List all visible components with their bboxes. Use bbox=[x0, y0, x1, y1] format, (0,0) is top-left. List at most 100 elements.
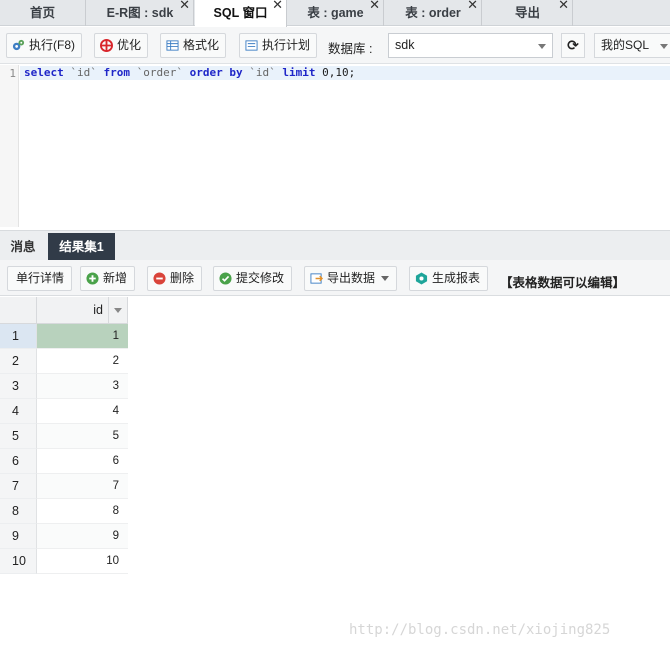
explain-plan-button[interactable]: 执行计划 bbox=[239, 33, 318, 58]
tab-home[interactable]: 首页 bbox=[0, 0, 86, 26]
row-number[interactable]: 6 bbox=[0, 449, 37, 474]
table-row[interactable]: 33 bbox=[0, 374, 128, 399]
database-select[interactable]: sdk bbox=[388, 33, 553, 58]
database-label: 数据库 : bbox=[328, 42, 373, 56]
sql-code-line[interactable]: select `id` from `order` order by `id` l… bbox=[24, 66, 355, 80]
table-row[interactable]: 66 bbox=[0, 449, 128, 474]
sql-toolbar: 执行(F8) 优化 格式化 执行计划 数据库 : sdk ⟳ 我的SQL bbox=[0, 27, 670, 64]
row-number[interactable]: 10 bbox=[0, 549, 37, 574]
row-number[interactable]: 4 bbox=[0, 399, 37, 424]
run-button-label: 执行(F8) bbox=[29, 38, 75, 52]
commit-changes-label: 提交修改 bbox=[236, 271, 285, 285]
column-header-label: id bbox=[93, 303, 103, 317]
row-number[interactable]: 3 bbox=[0, 374, 37, 399]
commit-changes-button[interactable]: 提交修改 bbox=[213, 266, 293, 291]
row-number[interactable]: 8 bbox=[0, 499, 37, 524]
cell-id[interactable]: 10 bbox=[37, 549, 128, 574]
add-row-button[interactable]: 新增 bbox=[80, 266, 136, 291]
generate-report-button[interactable]: 生成报表 bbox=[409, 266, 489, 291]
add-icon bbox=[86, 272, 99, 285]
close-icon[interactable]: ✕ bbox=[467, 0, 478, 15]
tab-export[interactable]: 导出 ✕ bbox=[483, 0, 573, 26]
cell-id[interactable]: 6 bbox=[37, 449, 128, 474]
row-number[interactable]: 2 bbox=[0, 349, 37, 374]
cell-id[interactable]: 9 bbox=[37, 524, 128, 549]
delete-row-button[interactable]: 删除 bbox=[147, 266, 203, 291]
table-row[interactable]: 11 bbox=[0, 324, 128, 349]
format-button[interactable]: 格式化 bbox=[160, 33, 227, 58]
cell-id[interactable]: 5 bbox=[37, 424, 128, 449]
cell-id[interactable]: 1 bbox=[37, 324, 128, 349]
tab-label: SQL 窗口 bbox=[213, 6, 268, 20]
cell-id[interactable]: 4 bbox=[37, 399, 128, 424]
delete-row-label: 删除 bbox=[170, 271, 195, 285]
table-row[interactable]: 22 bbox=[0, 349, 128, 374]
sql-literal: 0,10; bbox=[322, 66, 356, 79]
tab-label: 表 : order bbox=[405, 6, 461, 20]
table-row[interactable]: 77 bbox=[0, 474, 128, 499]
chevron-down-icon bbox=[660, 44, 668, 49]
tab-er-diagram[interactable]: E-R图 : sdk ✕ bbox=[87, 0, 194, 26]
result-toolbar: 单行详情 新增 删除 提交修改 导出数据 生成报表 【表格数据可以编辑】 bbox=[0, 260, 670, 296]
refresh-button[interactable]: ⟳ bbox=[561, 33, 585, 58]
row-detail-label: 单行详情 bbox=[16, 271, 65, 285]
row-number[interactable]: 7 bbox=[0, 474, 37, 499]
export-data-label: 导出数据 bbox=[327, 271, 376, 285]
export-data-dropdown[interactable]: 导出数据 bbox=[304, 266, 398, 291]
table-format-icon bbox=[166, 40, 179, 51]
chevron-down-icon bbox=[381, 276, 390, 282]
grid-corner[interactable] bbox=[0, 297, 37, 324]
explain-plan-button-label: 执行计划 bbox=[262, 38, 311, 52]
editable-note: 【表格数据可以编辑】 bbox=[500, 276, 626, 290]
tab-resultset[interactable]: 结果集1 bbox=[48, 233, 115, 261]
chevron-down-icon bbox=[114, 308, 122, 313]
database-select-value: sdk bbox=[395, 38, 415, 52]
sql-keyword: from bbox=[103, 66, 131, 79]
gears-icon bbox=[12, 39, 25, 51]
table-row[interactable]: 44 bbox=[0, 399, 128, 424]
tab-messages[interactable]: 消息 bbox=[0, 233, 46, 261]
column-header-id[interactable]: id bbox=[37, 297, 128, 324]
table-row[interactable]: 99 bbox=[0, 524, 128, 549]
close-icon[interactable]: ✕ bbox=[558, 0, 569, 15]
column-menu-button[interactable] bbox=[108, 297, 127, 323]
tab-sql-window[interactable]: SQL 窗口 ✕ bbox=[195, 0, 287, 27]
sql-editor[interactable]: 1 select `id` from `order` order by `id`… bbox=[0, 65, 670, 227]
tab-label: 首页 bbox=[29, 6, 55, 20]
table-row[interactable]: 10 10 bbox=[0, 549, 128, 574]
result-tab-bar: 消息 结果集1 bbox=[0, 230, 670, 261]
my-sql-dropdown[interactable]: 我的SQL bbox=[594, 33, 670, 58]
row-detail-button[interactable]: 单行详情 bbox=[7, 266, 73, 291]
close-icon[interactable]: ✕ bbox=[272, 0, 283, 15]
cell-id[interactable]: 3 bbox=[37, 374, 128, 399]
my-sql-label: 我的SQL bbox=[601, 38, 650, 52]
tab-table-order[interactable]: 表 : order ✕ bbox=[385, 0, 482, 26]
run-button[interactable]: 执行(F8) bbox=[6, 33, 82, 58]
row-number[interactable]: 9 bbox=[0, 524, 37, 549]
tab-table-game[interactable]: 表 : game ✕ bbox=[288, 0, 384, 26]
close-icon[interactable]: ✕ bbox=[369, 0, 380, 15]
sql-keyword: select bbox=[24, 66, 64, 79]
document-tab-bar: 首页 E-R图 : sdk ✕ SQL 窗口 ✕ 表 : game ✕ 表 : ord… bbox=[0, 0, 670, 27]
cell-id[interactable]: 2 bbox=[37, 349, 128, 374]
table-row[interactable]: 55 bbox=[0, 424, 128, 449]
row-number[interactable]: 1 bbox=[0, 324, 37, 349]
cell-id[interactable]: 7 bbox=[37, 474, 128, 499]
sql-identifier: `id` bbox=[249, 66, 276, 79]
tab-label: 消息 bbox=[10, 240, 36, 254]
delete-icon bbox=[153, 272, 166, 285]
add-row-label: 新增 bbox=[103, 271, 128, 285]
line-number: 1 bbox=[9, 67, 16, 80]
close-icon[interactable]: ✕ bbox=[179, 0, 190, 15]
table-row[interactable]: 88 bbox=[0, 499, 128, 524]
grid-header: id bbox=[0, 297, 128, 324]
optimize-button[interactable]: 优化 bbox=[94, 33, 149, 58]
generate-report-label: 生成报表 bbox=[432, 271, 481, 285]
line-number-gutter: 1 bbox=[0, 65, 19, 227]
tab-label: E-R图 : sdk bbox=[106, 6, 174, 20]
cell-id[interactable]: 8 bbox=[37, 499, 128, 524]
chevron-down-icon bbox=[538, 44, 546, 49]
sql-identifier: `order` bbox=[136, 66, 183, 79]
export-icon bbox=[310, 273, 323, 284]
row-number[interactable]: 5 bbox=[0, 424, 37, 449]
